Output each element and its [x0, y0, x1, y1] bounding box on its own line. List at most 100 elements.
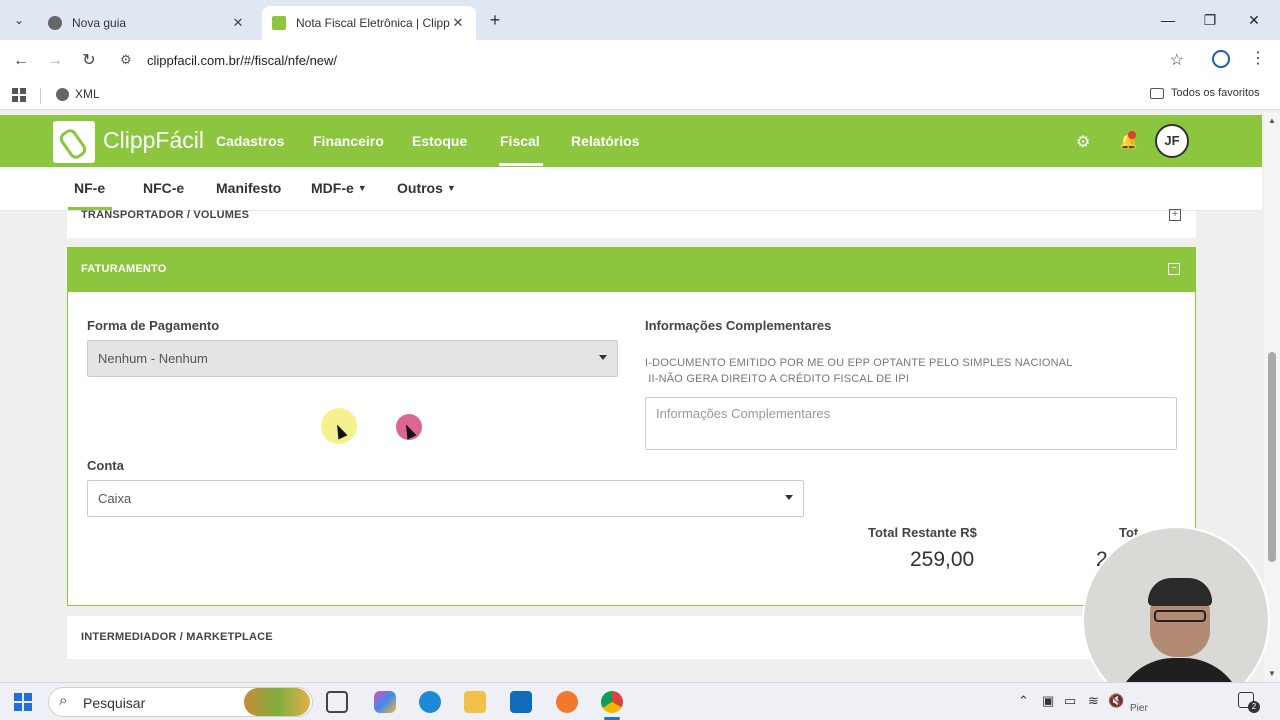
close-tab-icon[interactable]: ✕: [230, 15, 246, 31]
scroll-up-icon[interactable]: ▲: [1268, 116, 1276, 125]
transportador-panel[interactable]: TRANSPORTADOR / VOLUMES +: [67, 209, 1196, 238]
fiscal-subnav: NF-e NFC-e Manifesto MDF-e ▼ Outros ▼: [0, 167, 1262, 211]
subnav-outros[interactable]: Outros ▼: [397, 180, 456, 196]
globe-icon: [56, 87, 69, 101]
url-omnibox[interactable]: ⚙ clippfacil.com.br/#/fiscal/nfe/new/ ☆: [112, 45, 1198, 75]
bookmarks-bar: XML Todos os favoritos: [0, 80, 1280, 110]
minimize-button[interactable]: —: [1148, 8, 1188, 32]
browser-tab-bar: ⌄ Nova guia ✕ Nota Fiscal Eletrônica | C…: [0, 0, 1280, 40]
subnav-label: MDF-e: [311, 180, 354, 196]
clippfacil-logo-icon[interactable]: [53, 121, 95, 163]
browser-menu-icon[interactable]: ⋮: [1250, 50, 1266, 68]
scrollbar-thumb[interactable]: [1268, 352, 1276, 562]
dropdown-arrow-icon: [785, 495, 793, 500]
info-complementares-textarea[interactable]: Informações Complementares: [645, 397, 1177, 450]
copilot-icon[interactable]: [374, 691, 396, 713]
dropdown-arrow-icon: [599, 355, 607, 360]
reload-button[interactable]: ↻: [78, 50, 100, 72]
profile-icon[interactable]: [1212, 50, 1230, 68]
notification-dot: [1128, 131, 1136, 139]
conta-select[interactable]: Caixa: [87, 480, 804, 517]
total-restante-value: 259,00: [910, 548, 975, 571]
textarea-placeholder: Informações Complementares: [656, 406, 831, 421]
collapse-minus-icon[interactable]: −: [1168, 263, 1180, 275]
menu-financeiro[interactable]: Financeiro: [313, 133, 384, 149]
tray-chevron-icon[interactable]: ⌃: [1018, 693, 1029, 709]
notification-count-badge: 2: [1248, 701, 1260, 713]
edge-icon[interactable]: [419, 691, 441, 713]
menu-estoque[interactable]: Estoque: [412, 133, 467, 149]
tab-title: Nota Fiscal Eletrônica | ClippFá: [296, 16, 450, 30]
select-value: Caixa: [98, 491, 132, 506]
info-default-text-1: I-DOCUMENTO EMITIDO POR ME OU EPP OPTANT…: [645, 357, 1073, 369]
app-viewport: ClippFácil Cadastros Financeiro Estoque …: [0, 112, 1264, 682]
user-avatar[interactable]: JF: [1155, 124, 1189, 158]
url-text[interactable]: clippfacil.com.br/#/fiscal/nfe/new/: [147, 53, 337, 68]
chrome-favicon-icon: [48, 16, 62, 30]
info-complementares-label: Informações Complementares: [645, 318, 832, 333]
menu-cadastros[interactable]: Cadastros: [216, 133, 284, 149]
logo-text[interactable]: ClippFácil: [103, 127, 204, 154]
forma-pagamento-select[interactable]: Nenhum - Nenhum: [87, 340, 618, 377]
scroll-down-icon[interactable]: ▼: [1268, 669, 1276, 678]
subnav-label: Outros: [397, 180, 443, 196]
search-label: Pesquisar: [83, 695, 146, 711]
presenter-glasses: [1154, 610, 1206, 622]
subnav-manifesto[interactable]: Manifesto: [216, 180, 281, 196]
info-default-text-2: II-NÃO GERA DIREITO A CRÉDITO FISCAL DE …: [645, 373, 910, 385]
tab-search-chevron-icon[interactable]: ⌄: [8, 10, 30, 30]
subnav-mdfe[interactable]: MDF-e ▼: [311, 180, 367, 196]
subnav-nfe[interactable]: NF-e: [74, 180, 105, 196]
restore-button[interactable]: ❐: [1190, 8, 1230, 32]
faturamento-body: Forma de Pagamento Nenhum - Nenhum Infor…: [67, 292, 1196, 606]
bookmark-divider: [40, 88, 41, 104]
subnav-nfce[interactable]: NFC-e: [143, 180, 184, 196]
expand-plus-icon[interactable]: +: [1169, 209, 1181, 221]
tray-app-icon[interactable]: ▣: [1042, 693, 1054, 709]
windows-taskbar: ⌕ Pesquisar ⌃ ▣ ▭ ≋ 🔇 Pier 2: [0, 682, 1280, 720]
new-tab-button[interactable]: +: [484, 10, 506, 30]
taskbar-search[interactable]: ⌕ Pesquisar: [48, 687, 313, 717]
caret-down-icon: ▼: [357, 183, 367, 193]
menu-relatorios[interactable]: Relatórios: [571, 133, 639, 149]
panel-title: TRANSPORTADOR / VOLUMES: [81, 209, 250, 221]
folder-icon: [1150, 87, 1164, 99]
firefox-icon[interactable]: [556, 691, 578, 713]
presenter-hair: [1148, 578, 1212, 606]
forward-button[interactable]: →: [44, 50, 66, 72]
main-navbar: ClippFácil Cadastros Financeiro Estoque …: [0, 115, 1262, 167]
bookmark-star-icon[interactable]: ☆: [1170, 50, 1184, 70]
bookmark-label: Todos os favoritos: [1171, 87, 1260, 99]
clock-text[interactable]: Pier: [1130, 703, 1148, 714]
back-button[interactable]: ←: [10, 50, 32, 72]
chrome-icon[interactable]: [601, 691, 623, 713]
wifi-icon[interactable]: ≋: [1088, 693, 1099, 709]
conta-label: Conta: [87, 458, 124, 473]
tab-nova-guia[interactable]: Nova guia ✕: [38, 6, 256, 40]
tab-nota-fiscal[interactable]: Nota Fiscal Eletrônica | ClippFá ✕: [262, 6, 476, 40]
select-value: Nenhum - Nenhum: [98, 351, 208, 366]
faturamento-header[interactable]: FATURAMENTO −: [67, 247, 1196, 292]
apps-grid-icon[interactable]: [12, 88, 26, 102]
bookmark-xml[interactable]: XML: [56, 87, 100, 101]
search-icon: ⌕: [59, 692, 68, 709]
menu-fiscal[interactable]: Fiscal: [500, 133, 540, 149]
caret-down-icon: ▼: [446, 183, 456, 193]
outlook-icon[interactable]: [510, 691, 532, 713]
panel-title: FATURAMENTO: [81, 263, 167, 275]
all-bookmarks-button[interactable]: Todos os favoritos: [1150, 87, 1260, 99]
close-tab-icon[interactable]: ✕: [450, 15, 466, 31]
bookmark-label: XML: [75, 87, 100, 101]
address-bar-row: ← → ↻ ⚙ clippfacil.com.br/#/fiscal/nfe/n…: [0, 40, 1280, 80]
task-view-icon[interactable]: [326, 691, 348, 713]
close-window-button[interactable]: ✕: [1234, 8, 1274, 32]
intermediador-panel[interactable]: INTERMEDIADOR / MARKETPLACE: [67, 616, 1196, 659]
settings-gear-icon[interactable]: ⚙: [1076, 132, 1090, 152]
site-info-icon[interactable]: ⚙: [120, 52, 132, 68]
windows-start-icon[interactable]: [14, 693, 32, 711]
volume-muted-icon[interactable]: 🔇: [1108, 693, 1124, 709]
panel-title: INTERMEDIADOR / MARKETPLACE: [81, 631, 273, 643]
file-explorer-icon[interactable]: [464, 691, 486, 713]
forma-pagamento-label: Forma de Pagamento: [87, 318, 220, 333]
battery-icon[interactable]: ▭: [1064, 693, 1076, 709]
